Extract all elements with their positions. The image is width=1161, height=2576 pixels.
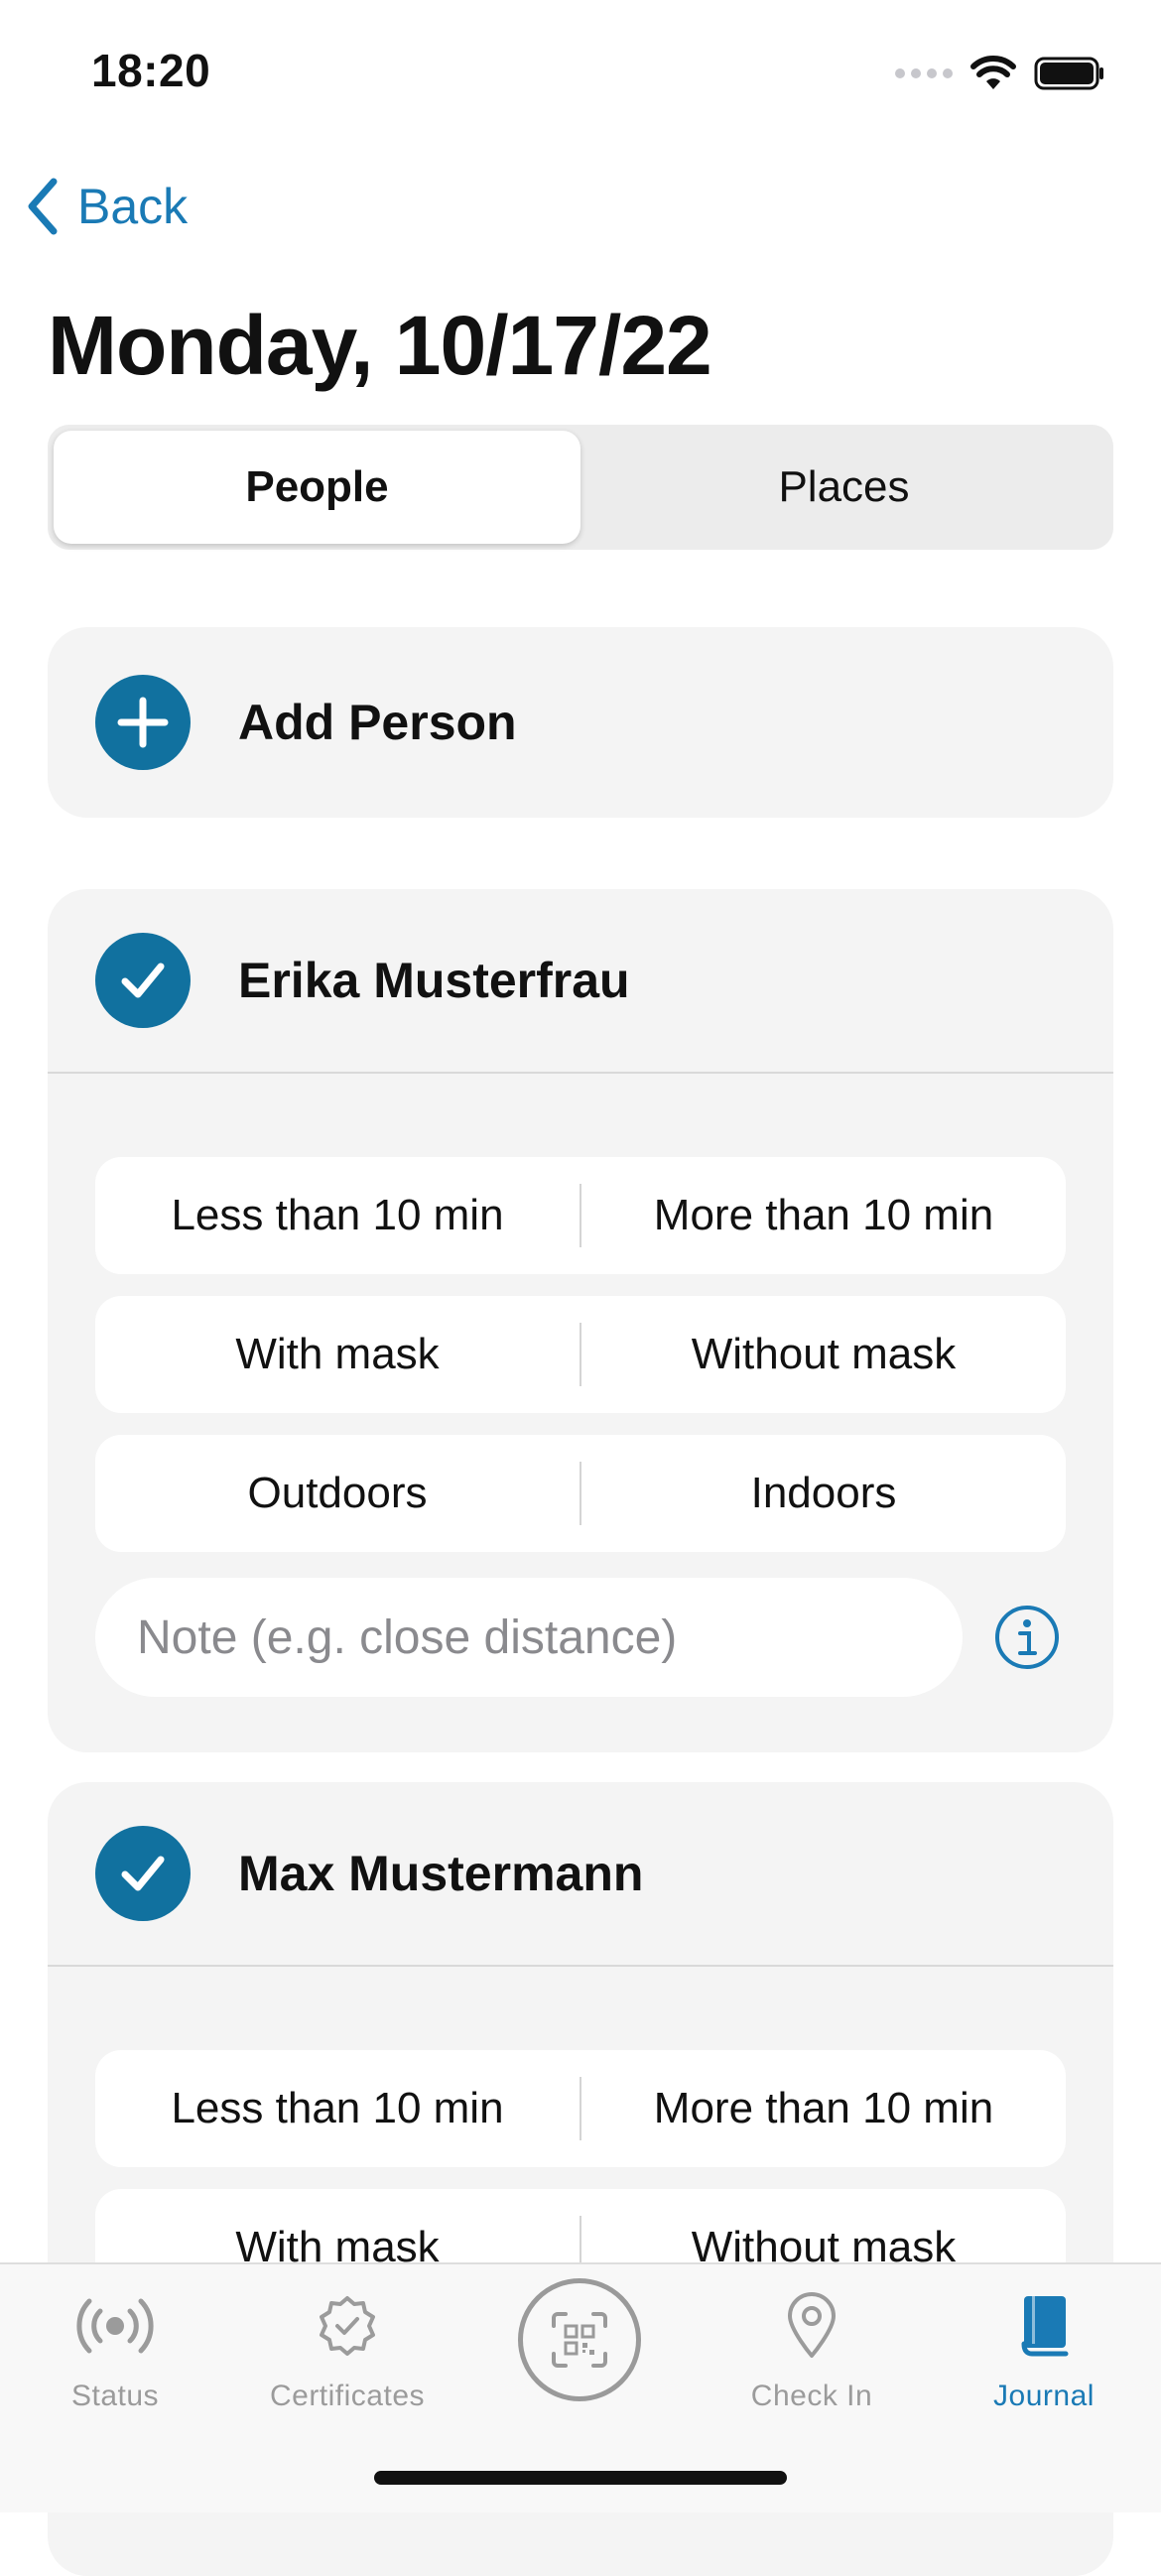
tab-certificates-label: Certificates — [269, 2380, 426, 2412]
add-person-label: Add Person — [238, 695, 517, 750]
checkmark-icon[interactable] — [95, 933, 191, 1028]
add-person-row: Add Person — [48, 627, 1113, 818]
mask-toggle: With mask Without mask — [95, 1296, 1066, 1413]
duration-toggle: Less than 10 min More than 10 min — [95, 2050, 1066, 2167]
tab-check-in-label: Check In — [750, 2380, 873, 2412]
qr-scan-icon — [552, 2312, 607, 2368]
segment-places[interactable]: Places — [580, 431, 1107, 544]
note-row — [48, 1578, 1113, 1697]
people-places-segmented-control: People Places — [48, 425, 1113, 550]
person-name: Max Mustermann — [238, 1846, 644, 1901]
plus-icon — [95, 675, 191, 770]
tab-journal-label: Journal — [993, 2380, 1095, 2412]
status-time: 18:20 — [91, 45, 211, 96]
person-card: Erika Musterfrau Less than 10 min More t… — [48, 889, 1113, 1752]
tab-certificates[interactable]: Certificates — [248, 2264, 447, 2433]
status-icons — [895, 54, 1105, 93]
location-pin-icon — [786, 2286, 838, 2366]
journal-book-icon — [1018, 2286, 1070, 2366]
person-header[interactable]: Erika Musterfrau — [48, 889, 1113, 1072]
page-title: Monday, 10/17/22 — [48, 299, 712, 392]
info-icon[interactable] — [992, 1603, 1062, 1672]
segment-people[interactable]: People — [54, 431, 580, 544]
back-label: Back — [77, 179, 189, 234]
back-button[interactable]: Back — [26, 175, 188, 238]
option-more-than-10-min[interactable]: More than 10 min — [581, 2050, 1066, 2167]
tab-check-in[interactable]: Check In — [712, 2264, 911, 2433]
option-outdoors[interactable]: Outdoors — [95, 1435, 580, 1552]
option-more-than-10-min[interactable]: More than 10 min — [581, 1157, 1066, 1274]
location-toggle: Outdoors Indoors — [95, 1435, 1066, 1552]
battery-icon — [1034, 57, 1103, 90]
note-input[interactable] — [95, 1578, 963, 1697]
tab-journal[interactable]: Journal — [945, 2264, 1143, 2433]
person-name: Erika Musterfrau — [238, 953, 630, 1008]
option-less-than-10-min[interactable]: Less than 10 min — [95, 2050, 580, 2167]
broadcast-icon — [73, 2286, 157, 2366]
option-indoors[interactable]: Indoors — [581, 1435, 1066, 1552]
status-bar: 18:20 — [0, 0, 1161, 139]
person-header[interactable]: Max Mustermann — [48, 1782, 1113, 1965]
checkmark-icon[interactable] — [95, 1826, 191, 1921]
certificate-badge-icon — [316, 2286, 379, 2366]
tab-status-label: Status — [70, 2380, 160, 2412]
option-without-mask[interactable]: Without mask — [581, 1296, 1066, 1413]
contact-options: Less than 10 min More than 10 min With m… — [48, 1967, 1113, 2306]
duration-toggle: Less than 10 min More than 10 min — [95, 1157, 1066, 1274]
cellular-signal-icon — [895, 68, 953, 78]
tab-status[interactable]: Status — [16, 2264, 214, 2433]
qr-scan-button[interactable] — [518, 2278, 641, 2401]
add-person-button[interactable]: Add Person — [48, 627, 1113, 818]
home-indicator[interactable] — [374, 2471, 787, 2485]
chevron-left-icon — [28, 178, 58, 235]
contact-options: Less than 10 min More than 10 min With m… — [48, 1074, 1113, 1552]
option-less-than-10-min[interactable]: Less than 10 min — [95, 1157, 580, 1274]
wifi-icon — [970, 56, 1016, 89]
option-with-mask[interactable]: With mask — [95, 1296, 580, 1413]
